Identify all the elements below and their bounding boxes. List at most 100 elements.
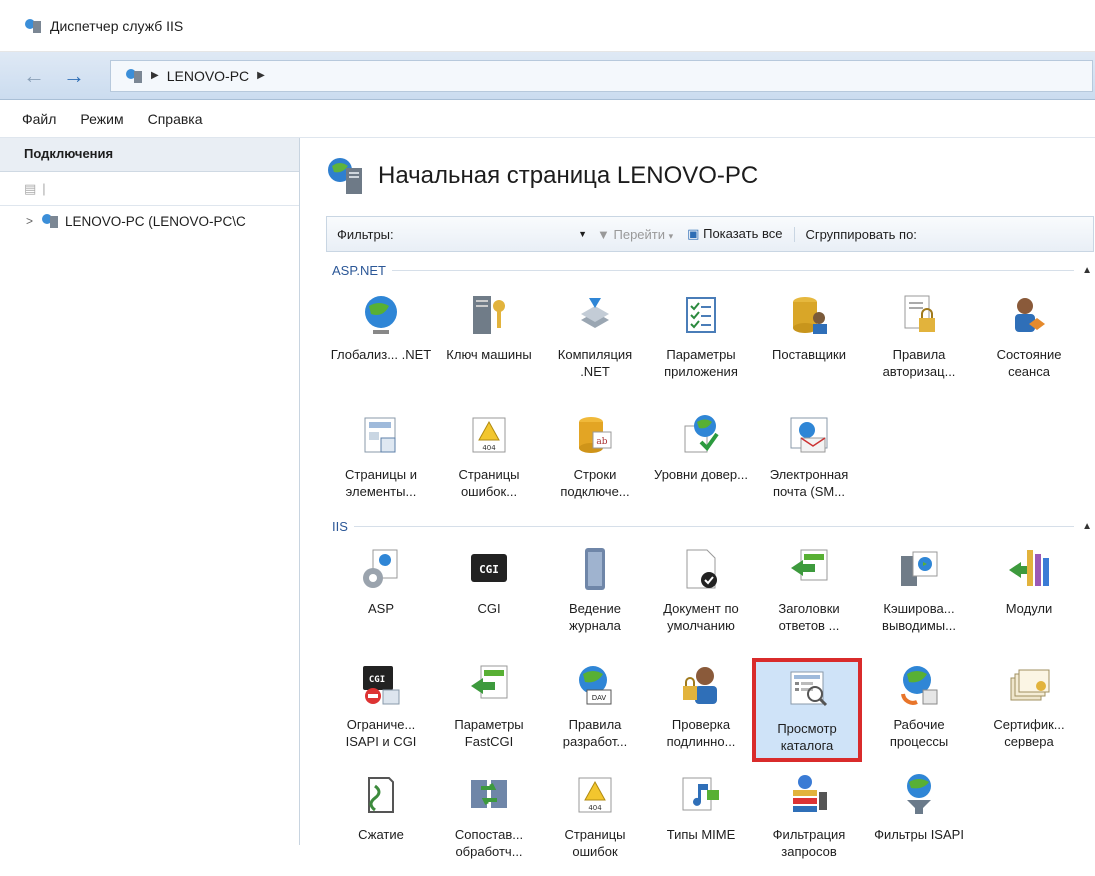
feature-item[interactable]: Страницы и элементы...	[328, 408, 434, 516]
section-divider	[391, 269, 1075, 271]
feature-item[interactable]: DAV Правила разработ...	[542, 658, 648, 766]
output-cache-icon	[897, 546, 941, 592]
feature-label: Компиляция .NET	[557, 347, 633, 379]
feature-item[interactable]: Фильтры ISAPI	[866, 768, 972, 876]
feature-item[interactable]: Заголовки ответов ...	[756, 542, 862, 650]
server-key-icon	[467, 292, 511, 338]
feature-item[interactable]: Компиляция .NET	[542, 288, 648, 396]
handler-mappings-icon	[467, 772, 511, 818]
go-dropdown-icon[interactable]: ▾	[669, 231, 674, 241]
feature-item[interactable]: Сертифик... сервера	[976, 658, 1082, 766]
feature-label: Страницы ошибок...	[458, 467, 520, 499]
feature-item[interactable]: ab Строки подключе...	[542, 408, 648, 516]
feature-label: Страницы ошибок	[564, 827, 626, 859]
page-controls-icon	[359, 412, 403, 458]
feature-label: Документ по умолчанию	[663, 601, 739, 633]
feature-item[interactable]: ASP	[328, 542, 434, 650]
feature-item[interactable]: Модули	[976, 542, 1082, 650]
forward-button[interactable]: →	[54, 60, 94, 92]
breadcrumb-separator-icon: ▶	[151, 70, 159, 81]
feature-label: Модули	[1005, 601, 1053, 616]
menu-file[interactable]: Файл	[22, 111, 56, 127]
feature-label: Правила разработ...	[562, 717, 628, 749]
feature-item[interactable]: CGI CGI	[436, 542, 542, 650]
title-bar: Диспетчер служб IIS	[0, 0, 1095, 52]
feature-item[interactable]: Типы MIME	[648, 768, 754, 876]
expand-arrow-icon[interactable]: >	[26, 214, 33, 228]
feature-label: Глобализ... .NET	[330, 347, 432, 362]
feature-label: Фильтры ISAPI	[874, 827, 964, 842]
feature-item[interactable]: Параметры приложения	[648, 288, 754, 396]
filter-input[interactable]: ▼	[433, 222, 593, 246]
show-all-button[interactable]: ▣ Показать все	[687, 226, 782, 242]
feature-label: Ограниче... ISAPI и CGI	[345, 717, 417, 749]
feature-label: Параметры приложения	[664, 347, 738, 379]
page-header: Начальная страница LENOVO-PC	[302, 138, 1095, 214]
collapse-icon[interactable]: ▲	[1082, 521, 1092, 532]
dropdown-arrow-icon[interactable]: ▼	[578, 229, 587, 239]
feature-label: Правила авторизац...	[882, 347, 956, 379]
go-button[interactable]: ▼ Перейти ▾	[597, 227, 673, 242]
feature-item[interactable]: 404 Страницы ошибок	[542, 768, 648, 876]
feature-item[interactable]: Ключ машины	[436, 288, 542, 396]
group-by-button[interactable]: Сгруппировать по:	[794, 226, 917, 242]
directory-browsing-icon	[785, 666, 829, 712]
breadcrumb-item-lenovo-pc[interactable]: LENOVO-PC	[167, 68, 249, 84]
menu-view[interactable]: Режим	[80, 111, 123, 127]
show-all-label: Показать все	[703, 226, 783, 241]
section-divider	[353, 525, 1075, 527]
section-title: IIS	[332, 518, 348, 534]
error-404-icon: 404	[467, 412, 511, 458]
menu-help[interactable]: Справка	[148, 111, 203, 127]
feature-label: Сжатие	[358, 827, 404, 842]
authentication-icon	[679, 662, 723, 708]
back-button[interactable]: ←	[14, 60, 54, 92]
feature-item[interactable]: Документ по умолчанию	[648, 542, 754, 650]
feature-label: CGI	[477, 601, 501, 616]
feature-item[interactable]: Фильтрация запросов	[756, 768, 862, 876]
feature-item[interactable]: Сопостав... обработч...	[436, 768, 542, 876]
isapi-filters-icon	[897, 772, 941, 818]
breadcrumb-separator-icon: ▶	[257, 70, 265, 81]
feature-item[interactable]: Глобализ... .NET	[328, 288, 434, 396]
feature-item[interactable]: Правила авторизац...	[866, 288, 972, 396]
feature-item[interactable]: Кэширова... выводимы...	[866, 542, 972, 650]
feature-label: Заголовки ответов ...	[778, 601, 840, 633]
feature-label: Строки подключе...	[560, 467, 630, 499]
error-pages-icon: 404	[573, 772, 617, 818]
feature-item[interactable]: Уровни довер...	[648, 408, 754, 516]
feature-label: Поставщики	[772, 347, 846, 362]
feature-item[interactable]: Ведение журнала	[542, 542, 648, 650]
new-connection-icon[interactable]: ▤	[24, 181, 36, 197]
feature-item[interactable]: 404 Страницы ошибок...	[436, 408, 542, 516]
feature-item[interactable]: Состояние сеанса	[976, 288, 1082, 396]
feature-label: Просмотр каталога	[777, 721, 837, 753]
server-globe-icon	[328, 158, 362, 194]
feature-item[interactable]: Рабочие процессы	[866, 658, 972, 766]
isapi-cgi-restrict-icon: CGI	[359, 662, 403, 708]
trust-globe-icon	[679, 412, 723, 458]
tree-item-label: LENOVO-PC (LENOVO-PC\C	[65, 213, 246, 229]
go-label: Перейти	[613, 226, 666, 242]
feature-item[interactable]: CGI Ограниче... ISAPI и CGI	[328, 658, 434, 766]
connection-string-icon: ab	[573, 412, 617, 458]
request-filtering-icon	[787, 772, 831, 818]
feature-item[interactable]: Просмотр каталога	[752, 658, 862, 762]
feature-label: Проверка подлинно...	[666, 717, 736, 749]
section-header-aspnet[interactable]: ASP.NET ▲	[326, 260, 1095, 280]
section-header-iis[interactable]: IIS ▲	[326, 516, 1095, 536]
address-path[interactable]: ▶ LENOVO-PC ▶	[110, 59, 1093, 92]
user-session-icon	[1007, 292, 1051, 338]
feature-item[interactable]: Поставщики	[756, 288, 862, 396]
tree-item-server[interactable]: > LENOVO-PC (LENOVO-PC\C	[0, 206, 299, 236]
feature-item[interactable]: Проверка подлинно...	[648, 658, 754, 766]
connections-toolbar: ▤ |	[0, 172, 299, 206]
feature-label: ASP	[367, 601, 394, 616]
collapse-icon[interactable]: ▲	[1082, 265, 1092, 276]
server-icon	[126, 68, 142, 83]
feature-item[interactable]: Параметры FastCGI	[436, 658, 542, 766]
modules-icon	[1007, 546, 1051, 592]
feature-item[interactable]: Электронная почта (SM...	[756, 408, 862, 516]
asp-gear-icon	[359, 546, 403, 592]
feature-item[interactable]: Сжатие	[328, 768, 434, 876]
